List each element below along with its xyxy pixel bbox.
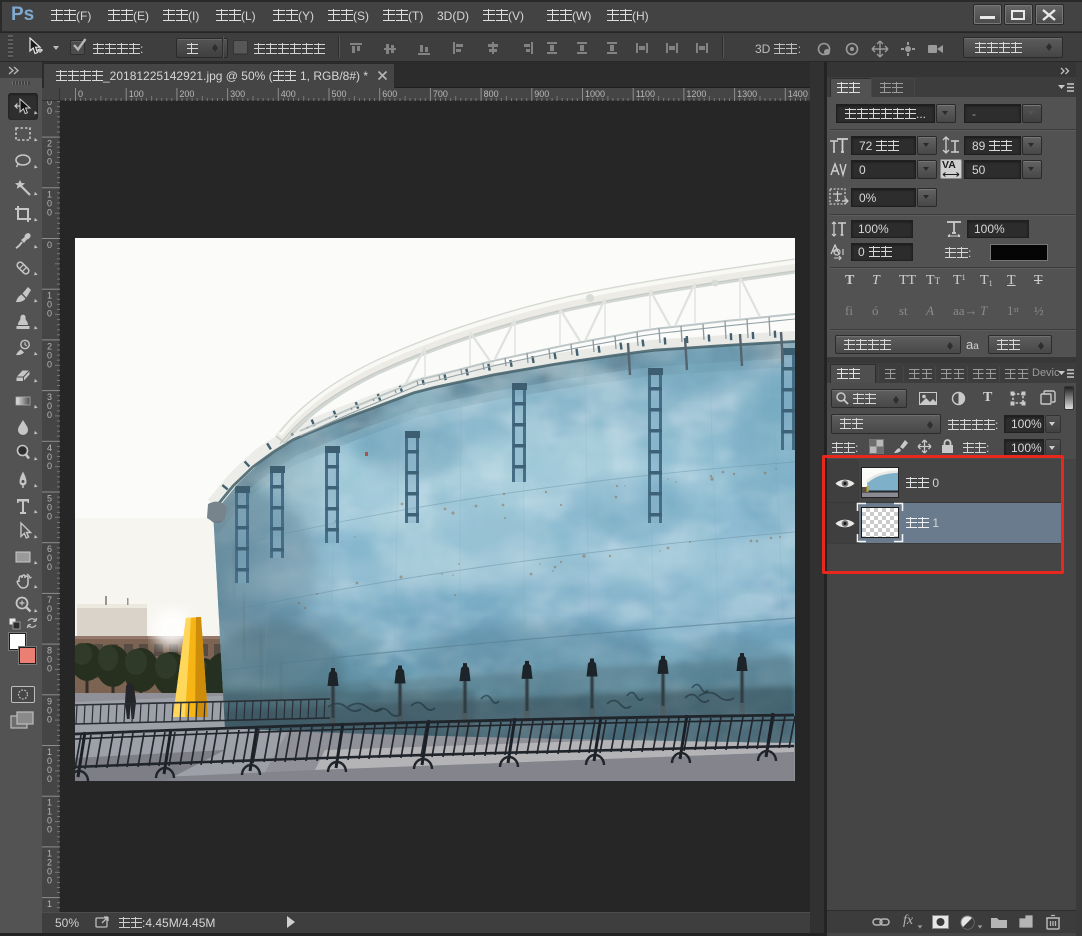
svg-text:1300: 1300 <box>737 89 757 99</box>
svg-text:0: 0 <box>47 774 52 784</box>
svg-text:100: 100 <box>129 89 144 99</box>
svg-text:1000: 1000 <box>585 89 605 99</box>
svg-text:0: 0 <box>47 613 52 623</box>
svg-text:0: 0 <box>47 664 52 674</box>
svg-text:0: 0 <box>78 89 83 99</box>
svg-text:0: 0 <box>47 461 52 471</box>
svg-text:0: 0 <box>47 512 52 522</box>
svg-text:0: 0 <box>47 875 52 885</box>
svg-text:200: 200 <box>179 89 194 99</box>
svg-text:0: 0 <box>47 207 52 217</box>
svg-text:800: 800 <box>484 89 499 99</box>
svg-text:1100: 1100 <box>636 89 655 99</box>
svg-text:1200: 1200 <box>686 89 706 99</box>
svg-text:300: 300 <box>230 89 245 99</box>
svg-text:0: 0 <box>47 240 52 250</box>
svg-text:0: 0 <box>47 157 52 167</box>
svg-text:0: 0 <box>47 825 52 835</box>
svg-text:1400: 1400 <box>788 89 808 99</box>
svg-text:0: 0 <box>47 309 52 319</box>
svg-text:900: 900 <box>534 89 549 99</box>
svg-text:700: 700 <box>433 89 448 99</box>
svg-text:0: 0 <box>47 106 52 116</box>
svg-text:1: 1 <box>47 899 52 909</box>
svg-text:0: 0 <box>47 359 52 369</box>
svg-text:600: 600 <box>382 89 397 99</box>
svg-text:400: 400 <box>281 89 296 99</box>
svg-text:0: 0 <box>47 562 52 572</box>
svg-text:0: 0 <box>47 714 52 724</box>
svg-text:500: 500 <box>332 89 347 99</box>
svg-text:0: 0 <box>47 410 52 420</box>
